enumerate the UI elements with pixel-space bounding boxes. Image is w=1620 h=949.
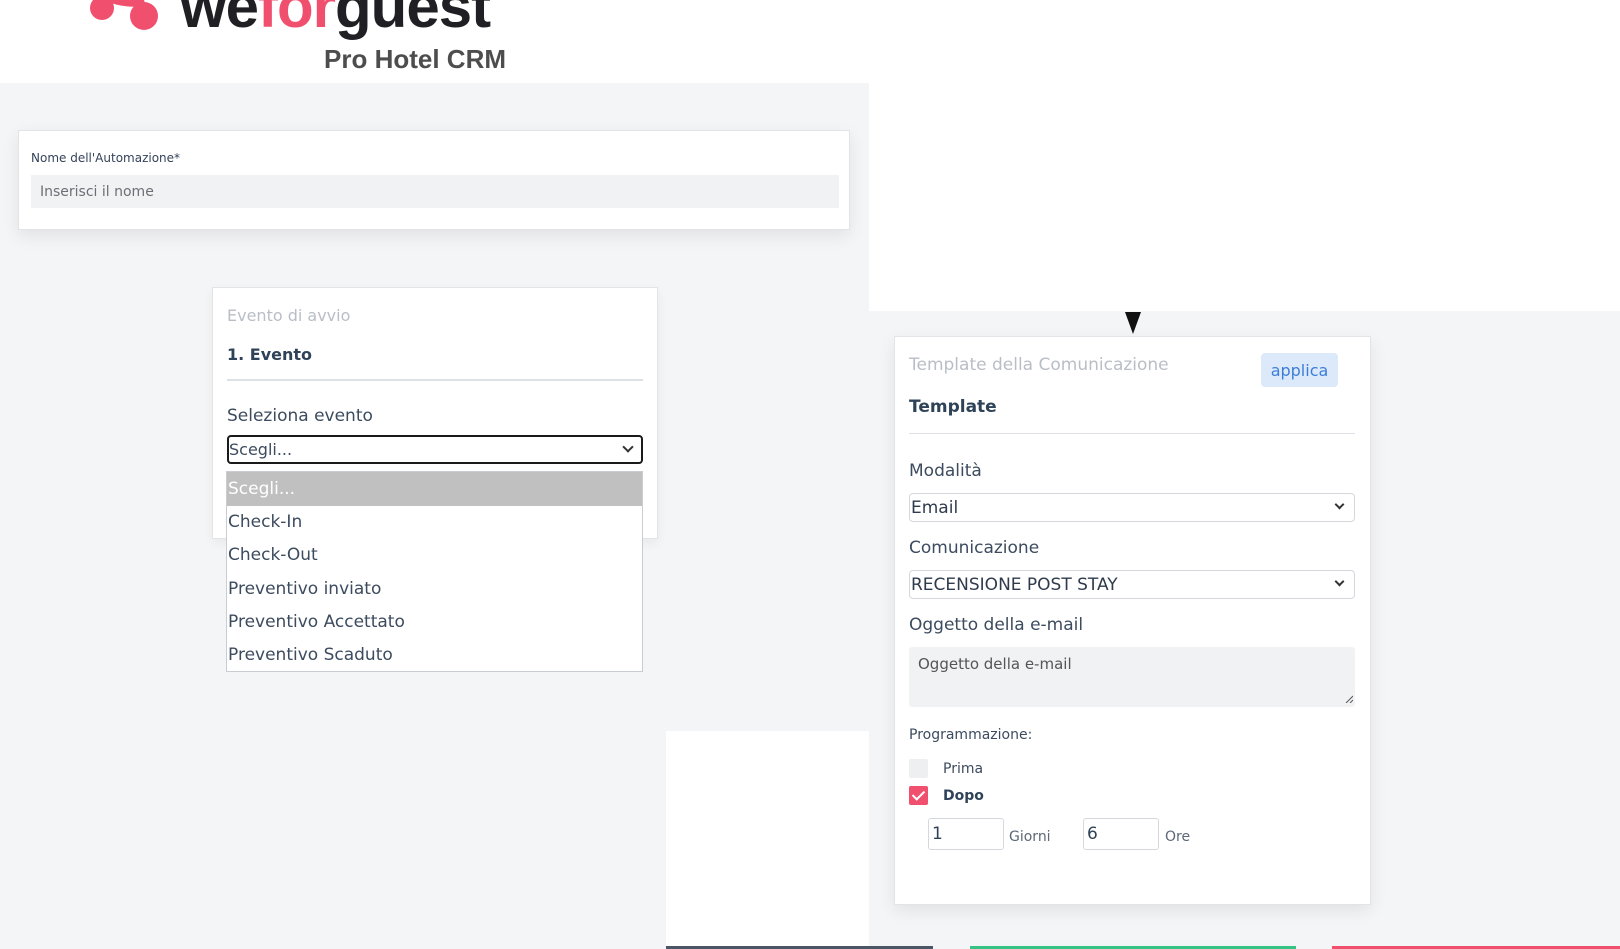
resize-grip-icon[interactable] <box>1345 695 1353 703</box>
automation-canvas-lower <box>0 731 666 949</box>
event-select-label: Seleziona evento <box>227 406 373 426</box>
days-unit-label: Giorni <box>1009 829 1051 845</box>
template-card-divider <box>909 433 1355 434</box>
connector-arrow-icon <box>1125 312 1141 334</box>
mode-label: Modalità <box>909 461 982 481</box>
mode-select[interactable]: Email <box>909 493 1355 522</box>
before-checkbox[interactable] <box>909 759 928 778</box>
chevron-down-icon <box>1334 499 1345 510</box>
subject-label: Oggetto della e-mail <box>909 615 1084 635</box>
event-select[interactable]: Scegli... <box>227 435 643 464</box>
event-option-preventivo-accettato[interactable]: Preventivo Accettato <box>227 605 642 639</box>
event-option-scegli[interactable]: Scegli... <box>227 472 642 506</box>
communication-select-value: RECENSIONE POST STAY <box>911 575 1118 595</box>
event-option-preventivo-scaduto[interactable]: Preventivo Scaduto <box>227 638 642 672</box>
template-card-kicker: Template della Comunicazione <box>909 355 1169 375</box>
template-card: Template della Comunicazione applica Tem… <box>894 336 1371 905</box>
after-checkbox[interactable] <box>909 786 928 805</box>
chevron-down-icon <box>1334 576 1345 587</box>
automation-name-label: Nome dell'Automazione* <box>31 151 181 165</box>
event-card-heading: 1. Evento <box>227 345 313 364</box>
logo-mark-icon <box>90 0 158 30</box>
brand-wordmark: weforguest <box>180 0 491 40</box>
automation-name-card: Nome dell'Automazione* <box>18 130 850 230</box>
after-label: Dopo <box>943 788 984 804</box>
days-input[interactable] <box>928 818 1004 850</box>
communication-label: Comunicazione <box>909 538 1040 558</box>
event-card-kicker: Evento di avvio <box>227 306 351 325</box>
hours-input[interactable] <box>1083 818 1159 850</box>
chevron-down-icon <box>622 441 634 453</box>
event-dropdown-list: Scegli... Check-In Check-Out Preventivo … <box>226 471 643 672</box>
schedule-label: Programmazione: <box>909 727 1033 743</box>
before-label: Prima <box>943 761 984 777</box>
subject-textarea[interactable] <box>909 647 1355 707</box>
hours-unit-label: Ore <box>1165 829 1191 845</box>
template-card-heading: Template <box>909 397 997 417</box>
event-option-preventivo-inviato[interactable]: Preventivo inviato <box>227 572 642 606</box>
apply-button[interactable]: applica <box>1261 353 1338 387</box>
event-select-value: Scegli... <box>229 440 293 459</box>
event-card-divider <box>227 379 643 381</box>
event-option-check-in[interactable]: Check-In <box>227 505 642 539</box>
event-option-check-out[interactable]: Check-Out <box>227 538 642 572</box>
mode-select-value: Email <box>911 498 959 518</box>
brand-logo: weforguest Pro Hotel CRM <box>0 0 560 82</box>
communication-select[interactable]: RECENSIONE POST STAY <box>909 570 1355 599</box>
automation-name-input[interactable] <box>31 175 839 208</box>
brand-subtitle: Pro Hotel CRM <box>324 44 506 74</box>
